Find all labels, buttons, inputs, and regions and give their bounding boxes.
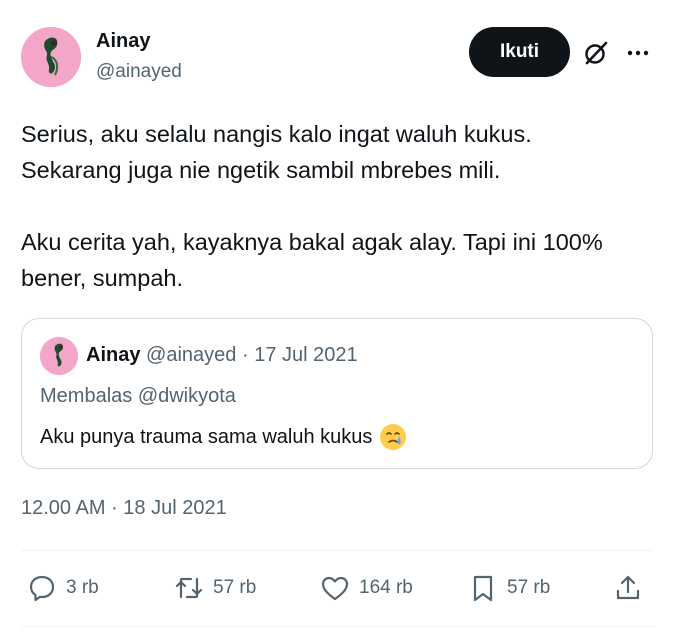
quoted-tweet-text-row: Aku punya trauma sama waluh kukus: [40, 422, 408, 452]
reply-button[interactable]: 3 rb: [26, 570, 99, 606]
share-button[interactable]: [612, 570, 644, 606]
tweet-text: Serius, aku selalu nangis kalo ingat wal…: [21, 121, 603, 291]
author-avatar[interactable]: [21, 27, 81, 87]
crying-face-emoji: [380, 424, 407, 450]
quoted-tweet-date: 17 Jul 2021: [254, 344, 358, 366]
reply-icon: [29, 575, 55, 602]
quoted-author-avatar: [40, 337, 78, 375]
bookmark-count: 57 rb: [507, 577, 551, 598]
quoted-author-name: Ainay: [86, 344, 141, 366]
follow-button[interactable]: Ikuti: [469, 27, 570, 77]
quoted-reply-to: Membalas @dwikyota: [40, 385, 236, 407]
like-count: 164 rb: [359, 577, 413, 598]
divider: [21, 550, 653, 551]
grok-icon[interactable]: [583, 40, 609, 66]
quoted-tweet-card[interactable]: Ainay @ainayed · 17 Jul 2021 Membalas @d…: [21, 318, 653, 469]
reply-count: 3 rb: [66, 577, 99, 598]
share-icon: [616, 575, 640, 600]
retweet-button[interactable]: 57 rb: [173, 570, 256, 606]
bookmark-icon: [473, 575, 493, 602]
bookmark-button[interactable]: 57 rb: [467, 570, 550, 606]
author-handle[interactable]: @ainayed: [96, 61, 182, 83]
quoted-author-handle: @ainayed: [146, 344, 237, 366]
like-button[interactable]: 164 rb: [319, 570, 413, 606]
quoted-tweet-header: Ainay @ainayed · 17 Jul 2021: [86, 344, 358, 367]
tweet-timestamp[interactable]: 12.00 AM · 18 Jul 2021: [21, 497, 227, 520]
quoted-separator: ·: [241, 344, 249, 366]
retweet-count: 57 rb: [213, 577, 257, 598]
divider: [21, 626, 653, 627]
more-icon[interactable]: [625, 40, 651, 66]
quoted-tweet-text: Aku punya trauma sama waluh kukus: [40, 425, 373, 448]
retweet-icon: [175, 577, 203, 599]
author-name[interactable]: Ainay: [96, 30, 150, 53]
heart-icon: [321, 576, 349, 601]
